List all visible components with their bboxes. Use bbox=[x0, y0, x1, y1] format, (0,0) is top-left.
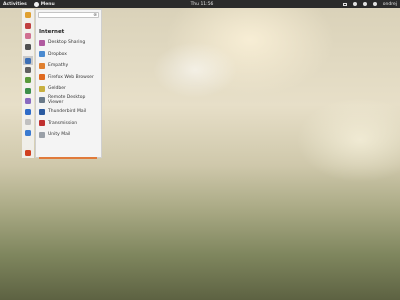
menu-item[interactable]: Transmission bbox=[39, 119, 101, 128]
search-input[interactable]: ⊗ bbox=[38, 12, 99, 18]
sound-video-icon[interactable] bbox=[25, 98, 31, 104]
transmission-icon bbox=[39, 120, 45, 126]
education-icon[interactable] bbox=[25, 44, 31, 50]
games-icon[interactable] bbox=[25, 67, 31, 73]
menu-item-label: Empathy bbox=[48, 63, 69, 68]
accessories-icon[interactable] bbox=[25, 23, 31, 29]
menu-item[interactable]: Firefox Web Browser bbox=[39, 73, 101, 82]
menu-item[interactable]: Dropbox bbox=[39, 50, 101, 59]
tools-icon[interactable] bbox=[25, 150, 31, 156]
menu-label: Menu bbox=[40, 1, 55, 7]
internet-glyph-icon bbox=[25, 57, 31, 64]
desktop-sharing-icon bbox=[39, 39, 45, 46]
menu-scroll-indicator bbox=[39, 157, 97, 159]
programming-icon[interactable] bbox=[25, 88, 31, 94]
category-title: Internet bbox=[39, 29, 65, 35]
menu-logo-icon bbox=[33, 1, 39, 7]
menu-button[interactable]: Menu bbox=[33, 1, 55, 7]
menu-item-label: Dropbox bbox=[48, 51, 67, 57]
help-icon[interactable] bbox=[25, 130, 31, 136]
star-icon[interactable] bbox=[25, 12, 31, 18]
office-icon[interactable] bbox=[25, 77, 31, 83]
places-icon[interactable] bbox=[25, 119, 31, 125]
menu-item-label: Remote Desktop Viewer bbox=[48, 95, 86, 105]
dropbox-icon bbox=[39, 51, 45, 57]
remote-desktop-icon bbox=[39, 97, 45, 103]
system-tray: ondrej bbox=[342, 2, 397, 7]
clock[interactable]: Thu 11:56 bbox=[190, 2, 214, 7]
menu-item[interactable]: Thunderbird Mail bbox=[39, 107, 101, 116]
volume-icon[interactable] bbox=[362, 2, 367, 6]
menu-item[interactable]: Geldber bbox=[39, 84, 101, 93]
category-dock bbox=[22, 9, 34, 158]
geldber-icon bbox=[39, 85, 45, 92]
menu-item-label: Firefox Web Browser bbox=[48, 74, 94, 80]
accessibility-icon[interactable] bbox=[352, 2, 357, 6]
internet-icon[interactable] bbox=[23, 56, 33, 65]
user-menu[interactable]: ondrej bbox=[383, 2, 397, 7]
bluetooth-icon[interactable] bbox=[372, 2, 377, 6]
menu-item-label: Transmission bbox=[48, 120, 78, 126]
firefox-icon bbox=[39, 74, 45, 80]
network-icon[interactable] bbox=[342, 2, 347, 6]
menu-item-label: Unity Mail bbox=[48, 132, 71, 137]
top-panel: Activities Menu Thu 11:56 ondrej bbox=[0, 0, 400, 8]
clear-search-icon[interactable]: ⊗ bbox=[93, 13, 97, 18]
applications-menu: ⊗ Internet Desktop Sharing Dropbox Empathy… bbox=[35, 9, 102, 159]
unity-mail-icon bbox=[39, 131, 45, 138]
thunderbird-icon bbox=[39, 108, 45, 115]
menu-item[interactable]: Remote Desktop Viewer bbox=[39, 95, 101, 105]
menu-item[interactable]: Empathy bbox=[39, 61, 101, 70]
empathy-icon bbox=[39, 62, 45, 69]
activities-button[interactable]: Activities bbox=[3, 2, 27, 7]
menu-item-label: Desktop Sharing bbox=[48, 40, 86, 45]
system-icon[interactable] bbox=[25, 109, 31, 115]
menu-item[interactable]: Unity Mail bbox=[39, 130, 101, 139]
menu-item[interactable]: Desktop Sharing bbox=[39, 38, 101, 47]
menu-item-label: Geldber bbox=[48, 86, 66, 91]
menu-item-label: Thunderbird Mail bbox=[48, 109, 87, 114]
graphics-icon[interactable] bbox=[25, 33, 31, 39]
